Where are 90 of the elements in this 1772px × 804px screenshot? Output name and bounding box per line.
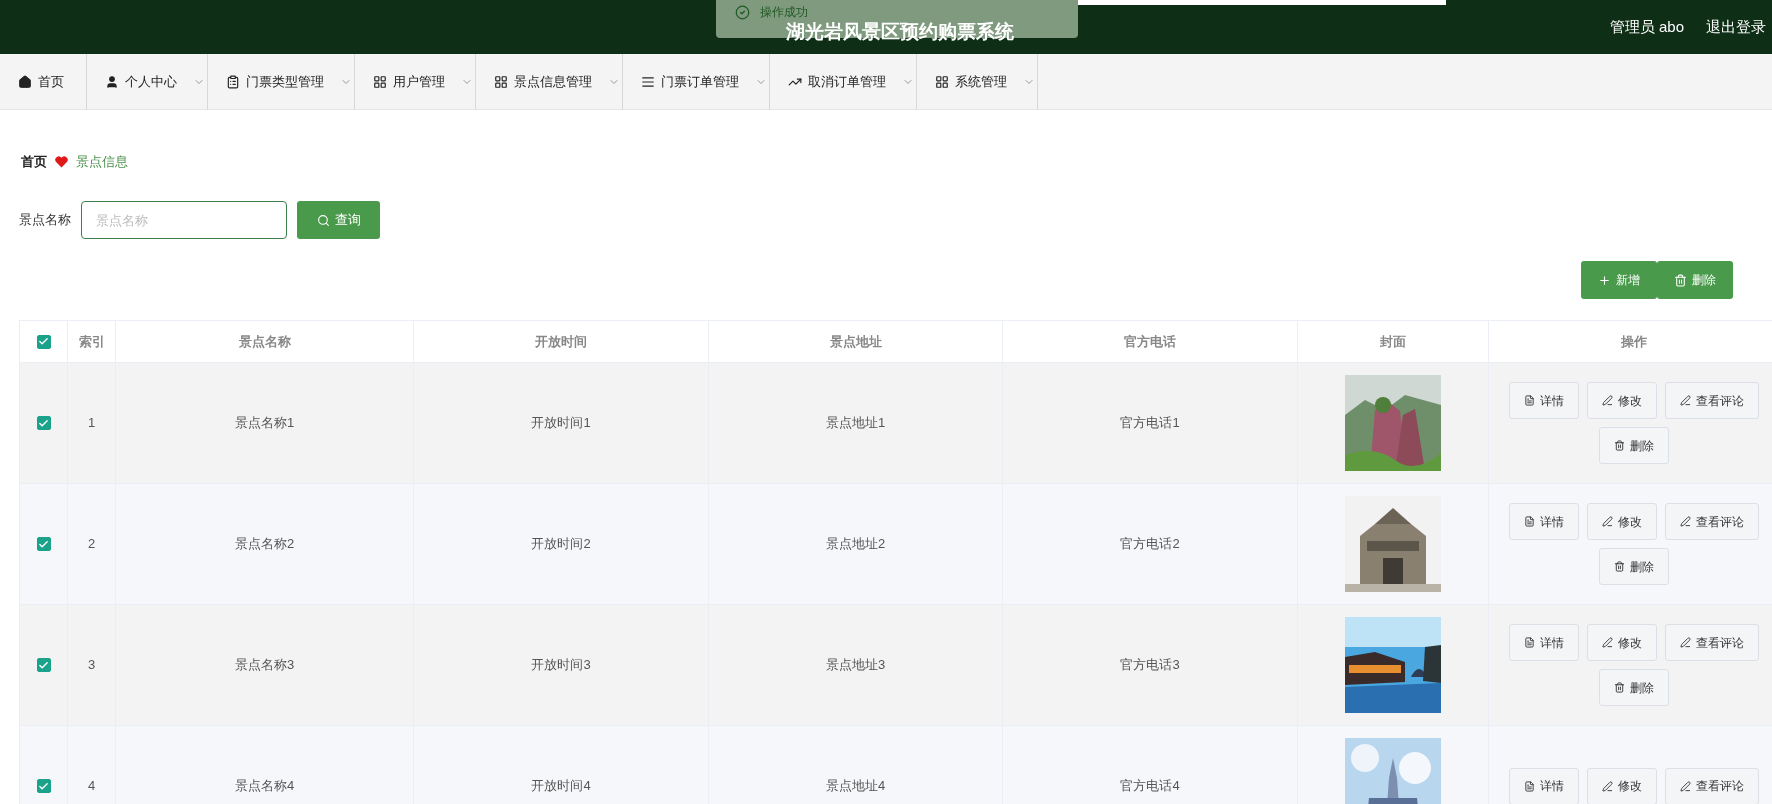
table-cell-text: 官方电话2 [1120, 535, 1180, 554]
pen-icon [1602, 516, 1613, 527]
checkbox[interactable] [36, 537, 51, 551]
pen-icon [1602, 395, 1613, 406]
pen-icon [1680, 516, 1691, 527]
column-header: 开放时间 [535, 332, 587, 351]
trash-icon [1614, 440, 1625, 451]
search-icon [316, 213, 330, 227]
pen-icon [1680, 395, 1691, 406]
breadcrumb-current: 景点信息 [76, 153, 128, 172]
menu-icon [494, 75, 508, 89]
menu-icon [373, 75, 387, 89]
edit-button[interactable]: 修改 [1587, 503, 1657, 540]
document-icon [1524, 516, 1535, 527]
admin-user: 管理员 abo [1609, 16, 1684, 37]
logout-link[interactable]: 退出登录 [1706, 15, 1766, 39]
nav-menu-item[interactable]: 门票订单管理 [623, 54, 770, 110]
table-cell-text: 景点地址4 [825, 777, 886, 796]
search-field[interactable]: 景点名称 [81, 201, 287, 239]
table-cell-text: 景点地址1 [825, 414, 886, 433]
detail-button[interactable]: 详情 [1509, 503, 1579, 540]
nav-menu-item[interactable]: 个人中心 [87, 54, 208, 110]
column-header: 景点名称 [238, 332, 291, 351]
checkbox[interactable] [36, 334, 51, 349]
table-cell-text: 开放时间3 [531, 656, 591, 675]
detail-button[interactable]: 详情 [1509, 624, 1579, 661]
nav-menu-item[interactable]: 取消订单管理 [770, 54, 917, 110]
menu-icon [226, 75, 240, 89]
detail-button[interactable]: 详情 [1509, 767, 1579, 804]
search-label: 景点名称 [19, 211, 71, 230]
column-header: 封面 [1380, 332, 1406, 351]
document-icon [1524, 395, 1535, 406]
document-icon [1524, 780, 1535, 792]
table-cell-text: 景点名称1 [234, 414, 295, 433]
edit-button[interactable]: 修改 [1587, 382, 1657, 419]
column-header: 索引 [78, 332, 105, 351]
menu-icon [935, 75, 949, 89]
table-cell-text: 开放时间4 [531, 777, 591, 796]
menu-icon [641, 75, 655, 89]
trash-icon [1614, 561, 1625, 572]
pen-icon [1680, 780, 1691, 792]
edit-button[interactable]: 修改 [1587, 767, 1657, 804]
table-cell-text: 景点地址2 [825, 535, 886, 554]
pen-icon [1680, 637, 1691, 648]
comments-button[interactable]: 查看评论 [1665, 382, 1759, 419]
comments-button[interactable]: 查看评论 [1665, 767, 1759, 804]
comments-button[interactable]: 查看评论 [1665, 503, 1759, 540]
delete-button[interactable]: 删除 [1599, 548, 1669, 585]
column-header: 官方电话 [1124, 332, 1176, 351]
toast-message: 操作成功 [760, 5, 808, 20]
detail-button[interactable]: 详情 [1509, 382, 1579, 419]
table-cell-text: 景点名称3 [234, 656, 295, 675]
table-cell-text: 官方电话3 [1120, 656, 1180, 675]
check-icon [735, 5, 750, 20]
pen-icon [1602, 780, 1613, 792]
pen-icon [1602, 637, 1613, 648]
checkbox[interactable] [36, 658, 51, 672]
checkbox[interactable] [36, 779, 51, 793]
menu-icon [18, 75, 32, 89]
trash-icon [1674, 273, 1687, 287]
checkbox[interactable] [36, 416, 51, 430]
nav-menu-item[interactable]: 用户管理 [355, 54, 476, 110]
menu-icon [105, 75, 119, 89]
table-cell-text: 开放时间1 [531, 414, 591, 433]
nav-menu-item[interactable]: 首页 [0, 54, 87, 110]
table-cell-text: 4 [87, 777, 96, 796]
delete-button[interactable]: 删除 [1599, 669, 1669, 706]
table-cell-text: 景点名称2 [234, 535, 295, 554]
breadcrumb-home[interactable]: 首页 [21, 152, 47, 172]
nav-menu-item[interactable]: 门票类型管理 [208, 54, 355, 110]
table-cell-text: 1 [87, 414, 96, 433]
table-cell-text: 2 [87, 535, 96, 554]
nav-menu-item[interactable]: 系统管理 [917, 54, 1038, 110]
table-cell-text: 3 [87, 656, 96, 675]
nav-menu-item[interactable]: 景点信息管理 [476, 54, 623, 110]
table-cell-text: 景点地址3 [825, 656, 886, 675]
plus-icon [1598, 273, 1611, 287]
table-cell-text: 官方电话4 [1120, 777, 1180, 796]
table-cell-text: 开放时间2 [531, 535, 591, 554]
heart-icon [55, 156, 68, 168]
column-header: 景点地址 [829, 332, 882, 351]
edit-button[interactable]: 修改 [1587, 624, 1657, 661]
table-cell-text: 官方电话1 [1120, 414, 1180, 433]
delete-button[interactable]: 删除 [1599, 427, 1669, 464]
table-cell-text: 景点名称4 [234, 777, 295, 796]
document-icon [1524, 637, 1535, 648]
comments-button[interactable]: 查看评论 [1665, 624, 1759, 661]
column-header: 操作 [1620, 332, 1647, 351]
trash-icon [1614, 682, 1625, 693]
system-title: 湖光岩风景区预约购票系统 [786, 22, 1014, 41]
